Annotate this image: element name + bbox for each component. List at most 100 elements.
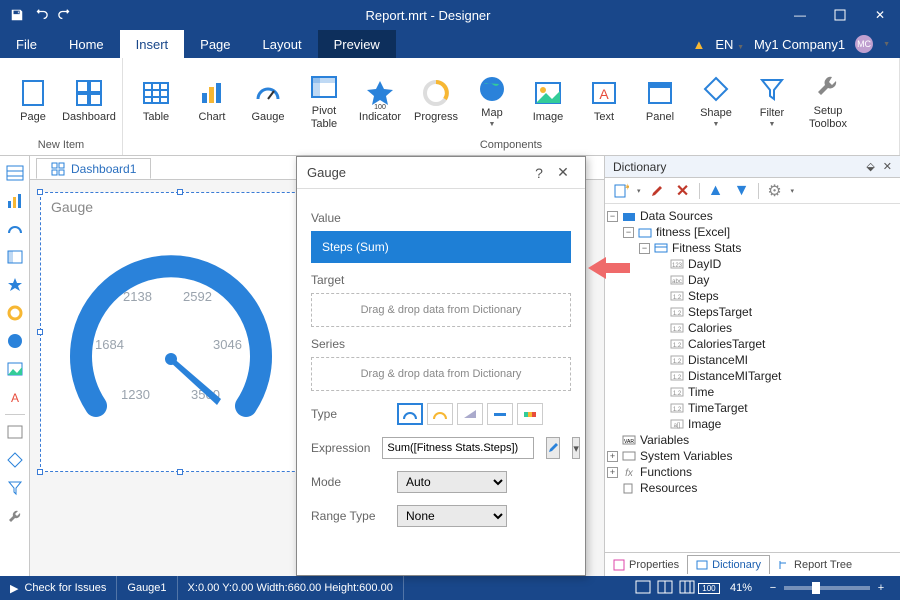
mode-select[interactable]: Auto	[397, 471, 507, 493]
bell-icon[interactable]: ▲	[693, 37, 706, 52]
dict-up-icon[interactable]: ▲	[706, 181, 726, 201]
tab-preview[interactable]: Preview	[318, 30, 396, 58]
ribbon-shape[interactable]: Shape▼	[691, 62, 741, 139]
ribbon-indicator[interactable]: 100Indicator	[355, 62, 405, 139]
unit-in-icon[interactable]	[676, 580, 698, 597]
tree-node[interactable]: 1.2CaloriesTarget	[607, 336, 898, 352]
gauge-type-linear2[interactable]	[487, 403, 513, 425]
tree-node[interactable]: abcDay	[607, 272, 898, 288]
tool-progress-icon[interactable]	[4, 302, 26, 324]
tool-indicator-icon[interactable]	[4, 274, 26, 296]
close-button[interactable]: ✕	[860, 0, 900, 30]
lang-selector[interactable]: EN ▼	[715, 37, 744, 52]
ribbon-text[interactable]: AText	[579, 62, 629, 139]
chevron-down-icon[interactable]: ▾	[637, 187, 641, 195]
tree-node[interactable]: 1.2StepsTarget	[607, 304, 898, 320]
tree-node[interactable]: −fitness [Excel]	[607, 224, 898, 240]
zoom-slider[interactable]	[784, 586, 870, 590]
unit-hund-icon[interactable]	[632, 580, 654, 597]
zoom-in-button[interactable]: +	[870, 582, 892, 594]
tool-shape-icon[interactable]	[4, 449, 26, 471]
tab-layout[interactable]: Layout	[247, 30, 318, 58]
range-select[interactable]: None	[397, 505, 507, 527]
user-name[interactable]: My1 Company1	[754, 37, 845, 52]
zoom-out-button[interactable]: −	[762, 582, 784, 594]
tool-map-icon[interactable]	[4, 330, 26, 352]
ribbon-table[interactable]: Table	[131, 62, 181, 139]
chevron-down-icon[interactable]: ▾	[791, 187, 795, 195]
tree-node[interactable]: 1.2TimeTarget	[607, 400, 898, 416]
undo-icon[interactable]	[30, 4, 52, 26]
dict-new-icon[interactable]: ✶	[611, 181, 631, 201]
gear-icon[interactable]: ⚙	[765, 181, 785, 201]
minimize-button[interactable]: —	[780, 0, 820, 30]
gauge-widget[interactable]: Gauge 1230 1684 2138 2592 3046 3500	[40, 192, 320, 472]
avatar[interactable]: MC	[855, 35, 873, 53]
edit-expression-icon[interactable]	[546, 437, 560, 459]
dict-tab-dictionary[interactable]: Dictionary	[687, 555, 770, 574]
expression-input[interactable]	[382, 437, 534, 459]
ribbon-gauge[interactable]: Gauge	[243, 62, 293, 139]
tree-node[interactable]: 123DayID	[607, 256, 898, 272]
tree-node[interactable]: +System Variables	[607, 448, 898, 464]
redo-icon[interactable]	[54, 4, 76, 26]
dict-tab-reporttree[interactable]: Report Tree	[770, 556, 860, 574]
tool-chart-icon[interactable]	[4, 190, 26, 212]
series-dropzone[interactable]: Drag & drop data from Dictionary	[311, 357, 571, 391]
ribbon-filter[interactable]: Filter▼	[747, 62, 797, 139]
save-icon[interactable]	[6, 4, 28, 26]
dict-tab-properties[interactable]: Properties	[605, 556, 687, 574]
ribbon-progress[interactable]: Progress	[411, 62, 461, 139]
ribbon-map[interactable]: Map▼	[467, 62, 517, 139]
dict-edit-icon[interactable]	[647, 181, 667, 201]
tree-node[interactable]: Resources	[607, 480, 898, 496]
tree-node[interactable]: VARVariables	[607, 432, 898, 448]
ribbon-pivot[interactable]: Pivot Table	[299, 62, 349, 139]
expression-dropdown-icon[interactable]: ▾	[572, 437, 580, 459]
tab-home[interactable]: Home	[53, 30, 120, 58]
tool-pivot-icon[interactable]	[4, 246, 26, 268]
tool-text-icon[interactable]: A	[4, 386, 26, 408]
tree-node[interactable]: a[]Image	[607, 416, 898, 432]
ribbon-panel[interactable]: Panel	[635, 62, 685, 139]
dict-down-icon[interactable]: ▼	[732, 181, 752, 201]
check-issues-button[interactable]: ▶ Check for Issues	[0, 576, 117, 600]
gauge-type-bullet[interactable]	[517, 403, 543, 425]
tree-node[interactable]: 1.2DistanceMI	[607, 352, 898, 368]
ribbon-chart[interactable]: Chart	[187, 62, 237, 139]
tree-node[interactable]: 1.2DistanceMITarget	[607, 368, 898, 384]
tool-filter-icon[interactable]	[4, 477, 26, 499]
ribbon-page[interactable]: Page	[8, 62, 58, 139]
ribbon-image[interactable]: Image	[523, 62, 573, 139]
tool-gauge-icon[interactable]	[4, 218, 26, 240]
tool-panel-icon[interactable]	[4, 421, 26, 443]
tree-node[interactable]: 1.2Calories	[607, 320, 898, 336]
doc-tab-dashboard1[interactable]: Dashboard1	[36, 158, 151, 179]
unit-px-icon[interactable]: 100	[698, 583, 720, 594]
tree-node[interactable]: +fxFunctions	[607, 464, 898, 480]
target-dropzone[interactable]: Drag & drop data from Dictionary	[311, 293, 571, 327]
tree-node[interactable]: 1.2Time	[607, 384, 898, 400]
value-field[interactable]: Steps (Sum)	[311, 231, 571, 263]
dict-delete-icon[interactable]: ✕	[673, 181, 693, 201]
ribbon-setup-toolbox[interactable]: Setup Toolbox	[803, 62, 853, 139]
help-icon[interactable]: ?	[527, 165, 551, 181]
gauge-type-full[interactable]	[397, 403, 423, 425]
gauge-type-linear1[interactable]	[457, 403, 483, 425]
tool-image-icon[interactable]	[4, 358, 26, 380]
pin-icon[interactable]: ⬙	[866, 160, 874, 173]
user-dropdown-icon[interactable]: ▼	[883, 41, 890, 48]
gauge-type-half[interactable]	[427, 403, 453, 425]
tab-file[interactable]: File	[0, 30, 53, 58]
ribbon-dashboard[interactable]: Dashboard	[64, 62, 114, 139]
maximize-button[interactable]	[820, 0, 860, 30]
unit-cm-icon[interactable]	[654, 580, 676, 597]
panel-close-icon[interactable]: ✕	[883, 160, 892, 173]
close-icon[interactable]: ✕	[551, 164, 575, 181]
tab-page[interactable]: Page	[184, 30, 246, 58]
tree-node[interactable]: −Data Sources	[607, 208, 898, 224]
tree-node[interactable]: 1.2Steps	[607, 288, 898, 304]
tree-node[interactable]: −Fitness Stats	[607, 240, 898, 256]
tool-settings-icon[interactable]	[4, 505, 26, 527]
tool-table-icon[interactable]	[4, 162, 26, 184]
